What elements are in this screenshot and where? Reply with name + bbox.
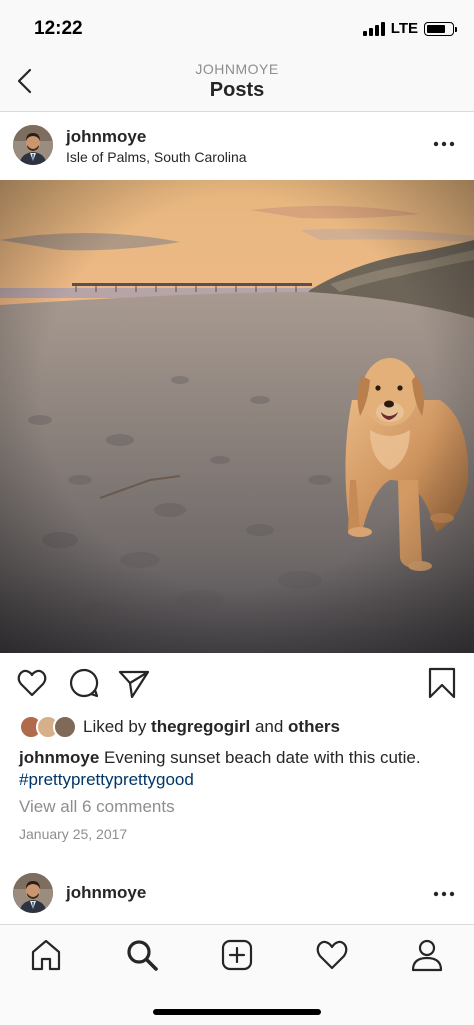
post-date: January 25, 2017 — [19, 826, 128, 842]
status-time: 12:22 — [34, 18, 83, 39]
tab-home[interactable] — [28, 937, 64, 973]
caption-hashtag[interactable]: #prettyprettyprettygood — [19, 770, 194, 789]
post-image[interactable] — [0, 180, 474, 653]
network-type: LTE — [390, 20, 418, 37]
beach-sunset-dog-photo — [0, 180, 474, 653]
signal-icon — [362, 21, 385, 36]
avatar[interactable] — [13, 873, 53, 913]
status-indicators: LTE — [362, 20, 457, 37]
more-options-button[interactable] — [432, 134, 456, 154]
likes-others-link[interactable]: others — [288, 717, 340, 737]
liked-by-user-link[interactable]: thegregogirl — [151, 717, 250, 737]
home-indicator — [153, 1009, 321, 1015]
likes-conjunction: and — [250, 717, 289, 736]
post-username[interactable]: johnmoye — [66, 883, 146, 903]
share-button[interactable] — [118, 667, 150, 699]
heart-icon — [316, 940, 348, 970]
avatar — [53, 715, 77, 739]
profile-username-subtitle: JOHNMOYE — [195, 61, 279, 77]
post-actions — [0, 653, 474, 713]
bookmark-icon — [428, 667, 456, 699]
send-icon — [118, 670, 150, 699]
like-button[interactable] — [16, 667, 48, 699]
post-username[interactable]: johnmoye — [66, 127, 146, 147]
tab-profile[interactable] — [409, 937, 445, 973]
post-header: johnmoye Isle of Palms, South Carolina — [0, 112, 474, 180]
more-horizontal-icon — [433, 891, 455, 897]
avatar[interactable] — [13, 125, 53, 165]
post-caption: johnmoye Evening sunset beach date with … — [19, 747, 459, 791]
next-post-header: johnmoye — [0, 860, 474, 924]
tab-activity[interactable] — [314, 937, 350, 973]
home-icon — [31, 939, 61, 971]
battery-level — [427, 24, 445, 33]
view-all-comments-link[interactable]: View all 6 comments — [19, 797, 175, 817]
comment-button[interactable] — [68, 667, 100, 699]
tab-new-post[interactable] — [219, 937, 255, 973]
nav-header: JOHNMOYE Posts — [0, 52, 474, 112]
search-icon — [127, 940, 158, 971]
save-button[interactable] — [426, 667, 458, 699]
likes-prefix: Liked by — [83, 717, 152, 736]
heart-icon — [17, 669, 47, 697]
page-title: Posts — [209, 79, 265, 101]
likes-summary: Liked by thegregogirl and others — [19, 713, 340, 741]
status-bar: 12:22 LTE — [0, 0, 474, 52]
battery-icon — [424, 21, 457, 36]
avatar-image — [13, 873, 53, 913]
caption-text: Evening sunset beach date with this cuti… — [99, 748, 421, 767]
more-options-button[interactable] — [432, 884, 456, 904]
post-location[interactable]: Isle of Palms, South Carolina — [66, 149, 247, 165]
liked-by-avatars[interactable] — [19, 715, 77, 739]
tab-search[interactable] — [124, 937, 160, 973]
caption-username[interactable]: johnmoye — [19, 748, 99, 767]
user-icon — [411, 939, 443, 972]
plus-square-icon — [221, 939, 253, 971]
comment-icon — [69, 668, 99, 698]
more-horizontal-icon — [433, 141, 455, 147]
avatar-image — [13, 125, 53, 165]
bottom-tab-bar — [0, 924, 474, 1025]
